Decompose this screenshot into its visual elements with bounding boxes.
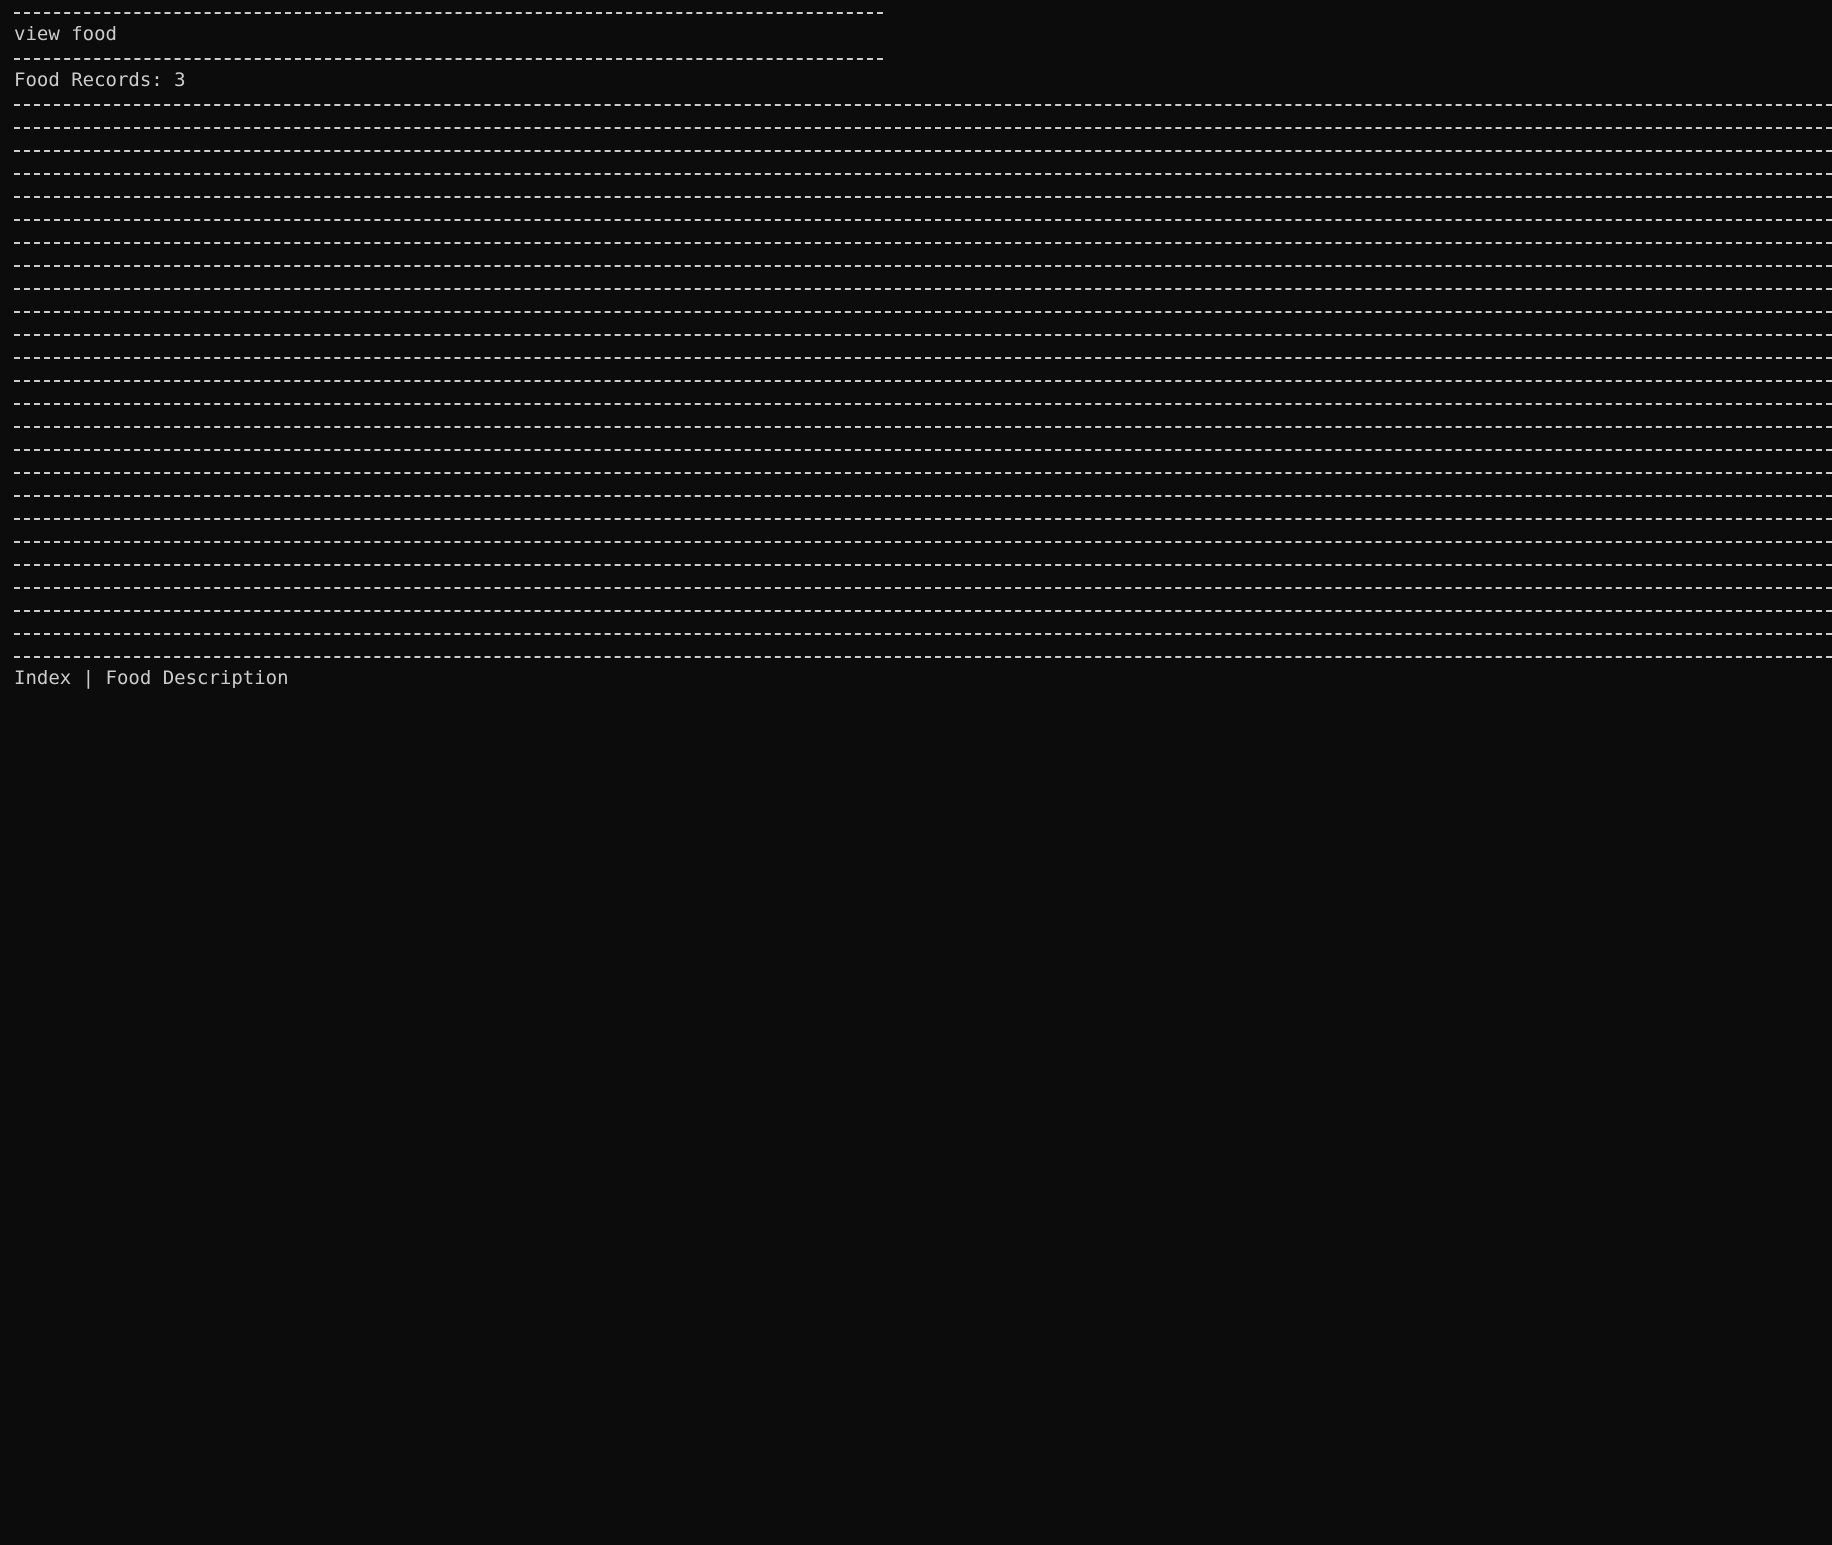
command-echo: view food	[14, 23, 117, 45]
separator-line	[14, 276, 1832, 299]
separator-line	[14, 644, 1832, 667]
separator-line	[14, 46, 1832, 69]
separator-line	[14, 391, 1832, 414]
separator-line	[14, 207, 1832, 230]
separator-line	[14, 92, 1832, 115]
separator-line	[14, 161, 1832, 184]
record-separators	[14, 92, 1832, 667]
separator-line	[14, 184, 1832, 207]
separator-line	[14, 368, 1832, 391]
separator-line	[14, 138, 1832, 161]
separator-line	[14, 253, 1832, 276]
separator-line	[14, 575, 1832, 598]
separator-line	[14, 529, 1832, 552]
records-count: Food Records: 3	[14, 69, 186, 91]
separator-line	[14, 115, 1832, 138]
separator-line	[14, 506, 1832, 529]
terminal-window[interactable]: view food Food Records: 3 Index | Food D…	[0, 0, 1832, 1545]
separator-line	[14, 460, 1832, 483]
separator-line	[14, 621, 1832, 644]
separator-line	[14, 437, 1832, 460]
separator-line	[14, 414, 1832, 437]
table-header: Index | Food Description	[14, 667, 289, 689]
separator-line	[14, 230, 1832, 253]
separator-line	[14, 345, 1832, 368]
separator-line	[14, 483, 1832, 506]
separator-line	[14, 0, 1832, 23]
separator-line	[14, 299, 1832, 322]
separator-line	[14, 552, 1832, 575]
separator-line	[14, 598, 1832, 621]
separator-line	[14, 322, 1832, 345]
